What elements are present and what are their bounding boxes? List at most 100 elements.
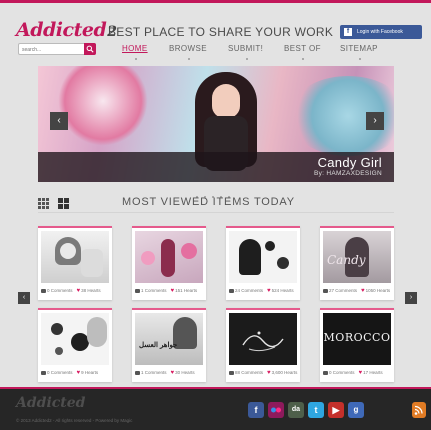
item-thumbnail[interactable]: [229, 313, 297, 365]
nav-sitemap[interactable]: SITEMAP: [340, 44, 378, 60]
nav-browse[interactable]: BROWSE: [169, 44, 207, 60]
item-stats: 0 Comments ♥9 Hearts: [41, 370, 109, 380]
rss-icon[interactable]: [412, 402, 426, 418]
nav-sitemap-label: SITEMAP: [340, 44, 378, 53]
comment-count: 1 Comments: [141, 288, 167, 294]
thumb-figure: [87, 317, 107, 347]
list-grid-icon[interactable]: [38, 198, 49, 209]
facebook-login-button[interactable]: f Login with Facebook: [340, 25, 422, 39]
nav-dot: [245, 58, 248, 60]
thumb-text: Candy: [327, 253, 366, 267]
twitter-icon[interactable]: t: [308, 402, 324, 418]
chevron-left-icon: ‹: [57, 115, 61, 126]
comment-icon: [323, 289, 328, 293]
heart-icon: ♥: [267, 288, 271, 294]
thumb-shape: [265, 241, 275, 251]
thumb-shape: [55, 347, 63, 355]
google-plus-icon[interactable]: g: [348, 402, 364, 418]
rss-waves: [414, 405, 423, 415]
footer-copyright: © 2013 Addicted2 - All rights reserved -…: [16, 418, 133, 423]
heart-count: 30 Hearts: [175, 370, 195, 376]
search-button[interactable]: [84, 43, 96, 55]
item-card[interactable]: 1 Comments ♥151 Hearts: [132, 226, 206, 300]
nav-best-of-label: BEST OF: [284, 44, 321, 53]
search-icon: [86, 45, 94, 53]
item-card[interactable]: 88 Comments ♥3,600 Hearts: [226, 308, 300, 382]
banner-figure-face: [212, 84, 240, 118]
chevron-right-icon: ›: [373, 115, 377, 126]
item-thumbnail[interactable]: [135, 231, 203, 283]
nav-dot: [187, 58, 190, 60]
comment-icon: [323, 371, 328, 375]
deviantart-icon[interactable]: da: [288, 402, 304, 418]
item-card[interactable]: Candy 27 Comments ♥1050 Hearts: [320, 226, 394, 300]
grid-prev-button[interactable]: ‹: [18, 292, 30, 304]
banner-decor: [58, 66, 148, 146]
comment-count: 0 Comments: [47, 288, 73, 294]
thumb-text: MOROCCO: [323, 331, 391, 344]
nav-browse-label: BROWSE: [169, 44, 207, 53]
item-thumbnail[interactable]: جواهر العسل: [135, 313, 203, 365]
heart-count: 9 Hearts: [81, 370, 99, 376]
item-stats: 27 Comments ♥1050 Hearts: [323, 288, 391, 298]
heart-count: 1050 Hearts: [365, 288, 391, 294]
heart-icon: ♥: [170, 370, 175, 376]
section-title: MOST VIEWED ITEMS TODAY: [122, 196, 295, 208]
thumb-face: [60, 243, 76, 259]
item-card[interactable]: 0 Comments ♥38 Hearts: [38, 226, 112, 300]
nav-dot: [358, 58, 361, 60]
chevron-right-icon: ›: [409, 294, 413, 301]
item-thumbnail[interactable]: MOROCCO: [323, 313, 391, 365]
search-input[interactable]: [22, 45, 82, 54]
thumb-figure: [161, 239, 175, 277]
heart-count: 17 Hearts: [363, 370, 383, 376]
facebook-icon[interactable]: f: [248, 402, 264, 418]
nav-dot: [302, 58, 305, 60]
heart-icon: ♥: [76, 370, 81, 376]
comment-icon: [229, 371, 234, 375]
comment-count: 88 Comments: [235, 370, 264, 376]
facebook-login-label: Login with Facebook: [357, 29, 403, 35]
banner-next-button[interactable]: ›: [366, 112, 384, 130]
youtube-icon[interactable]: ▶: [328, 402, 344, 418]
tagline: BEST PLACE TO SHARE YOUR WORK: [108, 25, 334, 39]
flickr-dots: [271, 407, 281, 413]
banner-prev-button[interactable]: ‹: [50, 112, 68, 130]
item-stats: 88 Comments ♥3,600 Hearts: [229, 370, 297, 380]
heart-icon: ♥: [267, 370, 271, 376]
thumb-shape: [51, 323, 63, 335]
item-thumbnail[interactable]: Candy: [323, 231, 391, 283]
nav-best-of[interactable]: BEST OF: [284, 44, 321, 60]
logo-text: Addicted: [16, 19, 107, 41]
item-thumbnail[interactable]: [229, 231, 297, 283]
thumb-calligraphy: [242, 331, 284, 352]
flickr-icon[interactable]: [268, 402, 284, 418]
thumb-shape: [141, 251, 155, 265]
nav-home-label: HOME: [122, 44, 148, 53]
item-thumbnail[interactable]: [41, 231, 109, 283]
comment-icon: [135, 371, 140, 375]
item-card[interactable]: MOROCCO 0 Comments ♥17 Hearts: [320, 308, 394, 382]
site-logo[interactable]: Addicted2: [16, 19, 117, 41]
thumb-shape: [181, 243, 197, 259]
featured-banner[interactable]: Candy Girl By: HAMZAXDESIGN ‹ ›: [38, 66, 394, 182]
comment-icon: [135, 289, 140, 293]
section-divider: [38, 212, 394, 213]
nav-home[interactable]: HOME: [122, 44, 148, 60]
heart-icon: ♥: [170, 288, 175, 294]
grid-next-button[interactable]: ›: [405, 292, 417, 304]
heart-icon: ♥: [358, 370, 363, 376]
comment-count: 27 Comments: [329, 288, 358, 294]
item-card[interactable]: جواهر العسل 1 Comments ♥30 Hearts: [132, 308, 206, 382]
footer-logo[interactable]: Addicted: [16, 395, 85, 411]
item-card[interactable]: 0 Comments ♥9 Hearts: [38, 308, 112, 382]
large-grid-icon[interactable]: [58, 198, 69, 209]
heart-count: 38 Hearts: [81, 288, 101, 294]
item-stats: 24 Comments ♥524 Hearts: [229, 288, 297, 298]
item-thumbnail[interactable]: [41, 313, 109, 365]
item-card[interactable]: 24 Comments ♥524 Hearts: [226, 226, 300, 300]
chevron-left-icon: ‹: [22, 294, 26, 301]
item-stats: 1 Comments ♥151 Hearts: [135, 288, 203, 298]
grid-view-icons: [38, 198, 69, 209]
nav-submit[interactable]: SUBMIT!: [228, 44, 263, 60]
